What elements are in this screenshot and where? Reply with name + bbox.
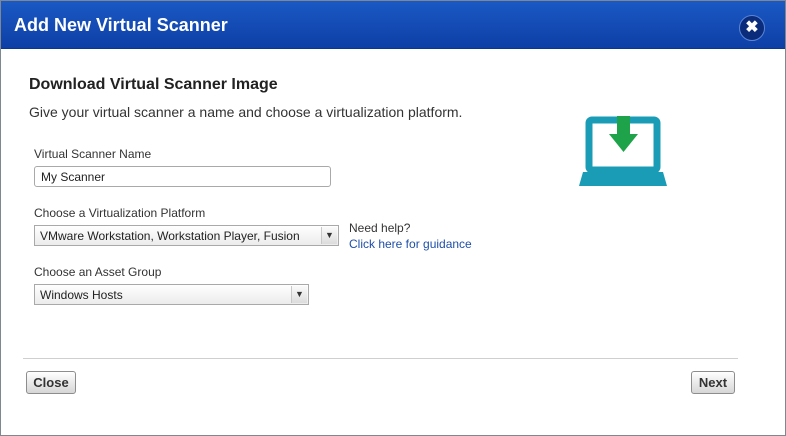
asset-group-select[interactable]: Windows Hosts ▼ [34, 284, 309, 305]
help-question: Need help? [349, 221, 411, 235]
platform-label: Choose a Virtualization Platform [34, 206, 206, 220]
chevron-down-icon: ▼ [321, 227, 337, 244]
next-button[interactable]: Next [691, 371, 735, 394]
guidance-link[interactable]: Click here for guidance [349, 237, 472, 251]
chevron-down-icon: ▼ [291, 286, 307, 303]
asset-group-label: Choose an Asset Group [34, 265, 162, 279]
platform-select[interactable]: VMware Workstation, Workstation Player, … [34, 225, 339, 246]
close-button[interactable]: Close [26, 371, 76, 394]
dialog-titlebar: Add New Virtual Scanner ✖ [1, 1, 785, 49]
footer-divider [23, 358, 738, 359]
section-heading: Download Virtual Scanner Image [29, 76, 278, 93]
platform-select-value: VMware Workstation, Workstation Player, … [40, 229, 300, 243]
laptop-download-icon [579, 116, 667, 186]
asset-group-select-value: Windows Hosts [40, 288, 123, 302]
dialog-title: Add New Virtual Scanner [14, 15, 228, 35]
scanner-name-input[interactable] [34, 166, 331, 187]
close-icon[interactable]: ✖ [739, 15, 765, 41]
add-virtual-scanner-dialog: Add New Virtual Scanner ✖ Download Virtu… [0, 0, 786, 436]
section-subtitle: Give your virtual scanner a name and cho… [29, 104, 463, 120]
scanner-name-label: Virtual Scanner Name [34, 147, 152, 161]
